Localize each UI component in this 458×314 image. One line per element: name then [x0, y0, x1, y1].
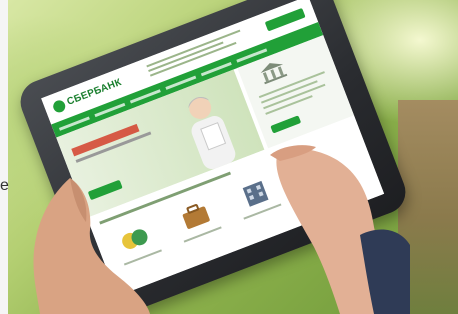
right-hand — [270, 145, 410, 314]
photo-scene: e СБЕРБАНК — [0, 0, 458, 314]
bank-building-icon — [260, 63, 288, 85]
left-page-edge — [0, 0, 8, 314]
partial-caption-letter: e — [0, 177, 9, 194]
side-promo-button[interactable] — [270, 115, 302, 134]
briefcase-icon — [182, 204, 210, 229]
bank-logo-icon — [51, 98, 67, 115]
left-hand — [33, 178, 150, 314]
product-card[interactable] — [168, 193, 229, 253]
